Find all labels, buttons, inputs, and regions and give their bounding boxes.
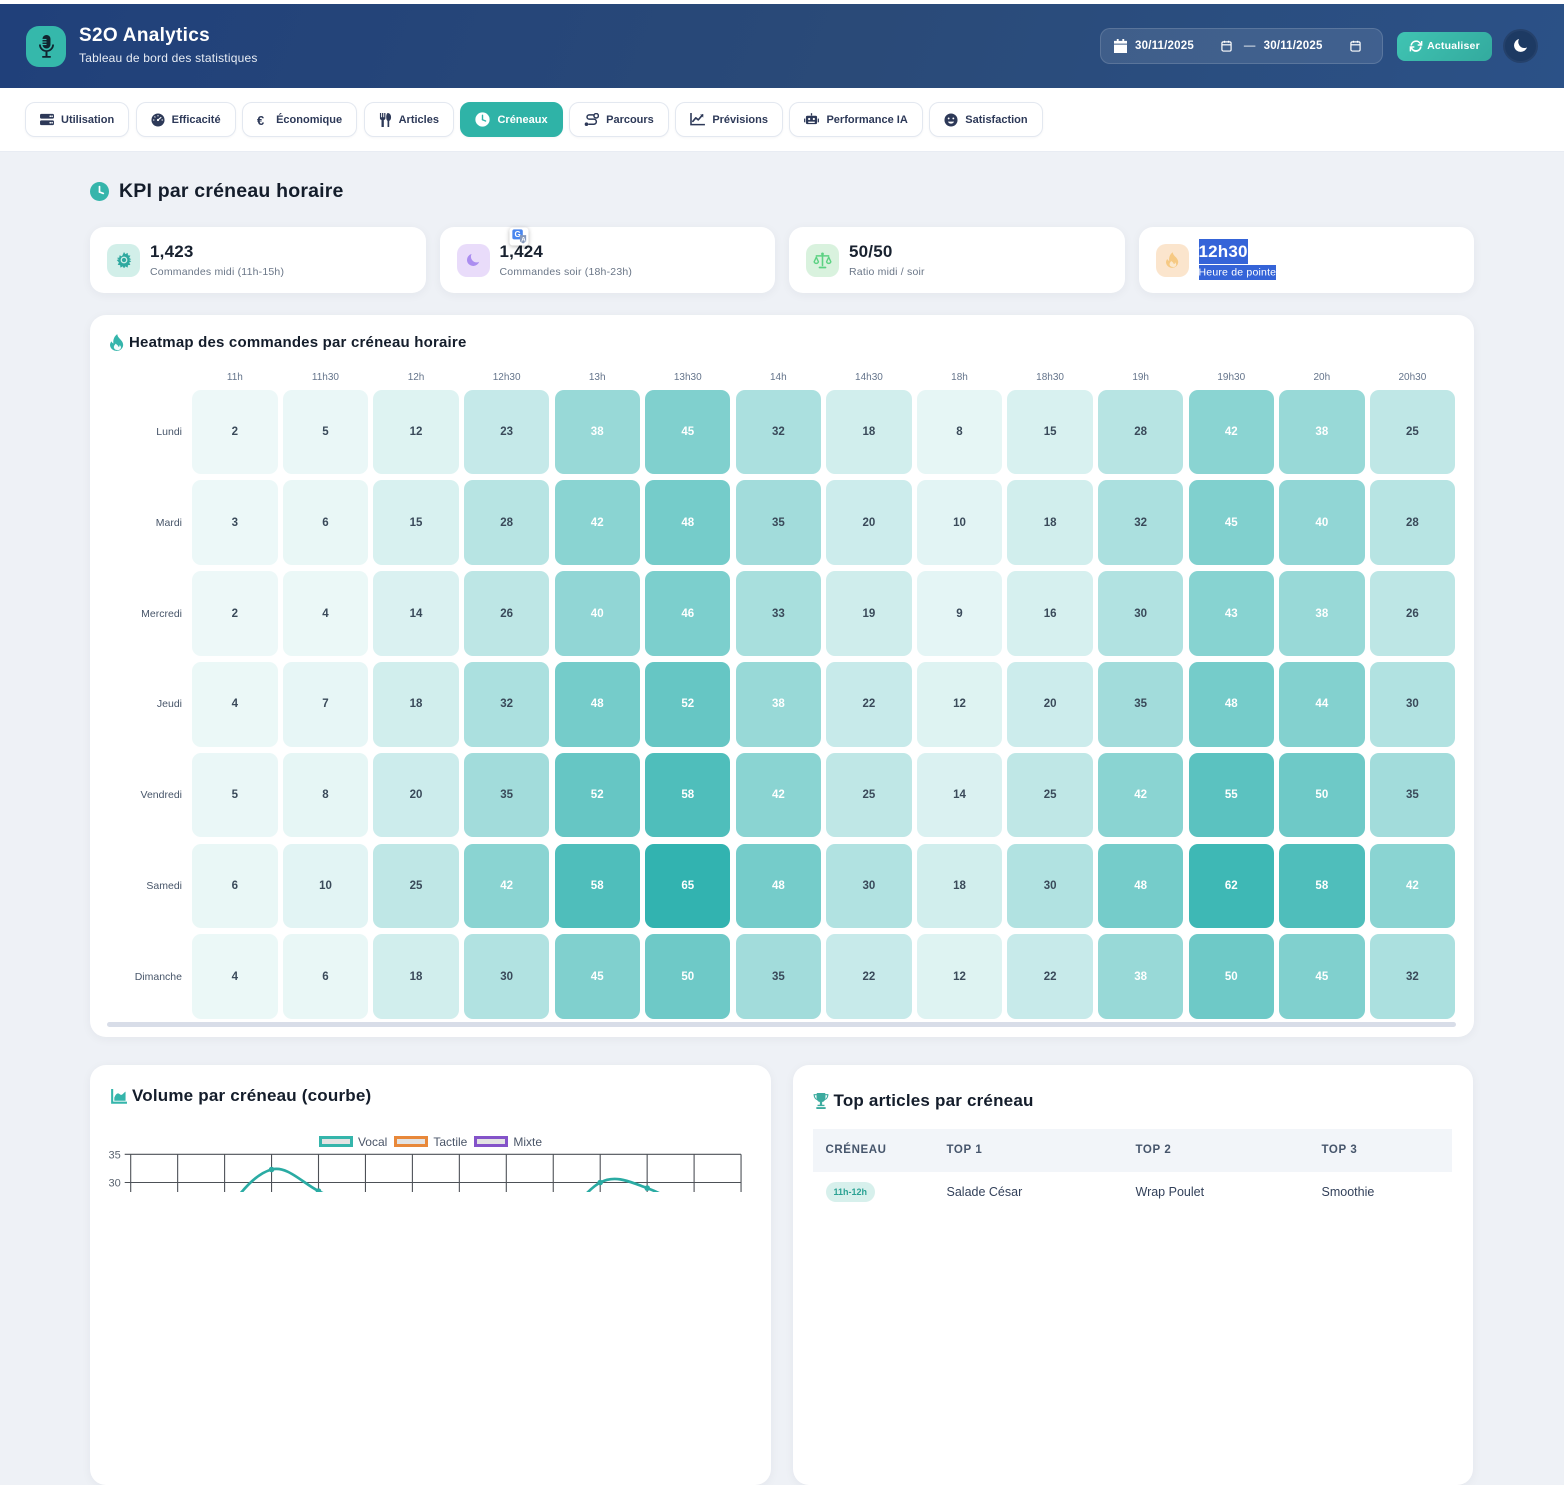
svg-text:A: A: [521, 237, 526, 244]
svg-text:€: €: [257, 113, 264, 127]
svg-text:G: G: [514, 230, 520, 239]
svg-text:30: 30: [109, 1177, 121, 1189]
svg-text:35: 35: [109, 1149, 121, 1161]
